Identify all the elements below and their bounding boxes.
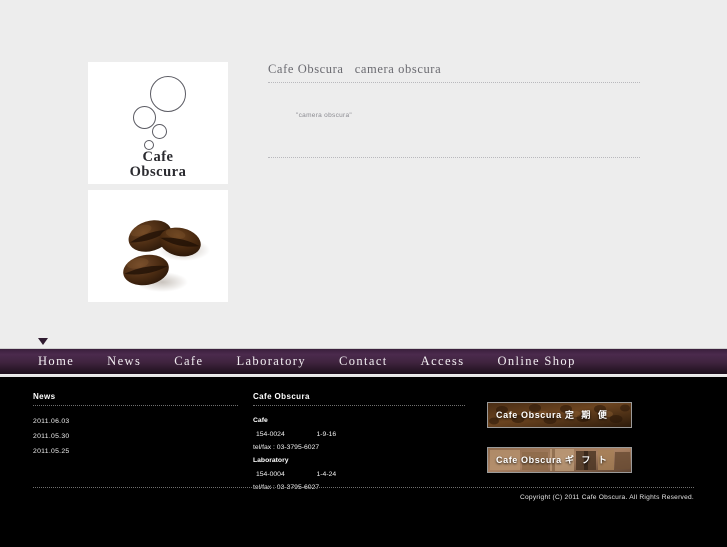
site-footer: News 2011.06.03 2011.05.30 2011.05.25 Ca… [0, 375, 727, 547]
banner-gift-label: Cafe Obscura ギ フ ト [496, 448, 609, 472]
logo-word-obscura: Obscura [129, 164, 187, 180]
nav-item-access[interactable]: Access [421, 354, 465, 369]
cafe-street-address: 1-9-16 [316, 431, 337, 438]
logo-panel: Cafe Obscura [88, 62, 228, 184]
logo-wordmark: Cafe Obscura [88, 150, 228, 180]
logo-word-cafe: Cafe [142, 149, 174, 165]
section-divider [268, 157, 640, 159]
copyright-text: Copyright (C) 2011 Cafe Obscura. All Rig… [519, 494, 694, 501]
footer-info-column: Cafe Obscura Cafe 154-0024 1-9-16 tel/fa… [253, 392, 465, 494]
page-title: Cafe Obscura camera obscura [268, 62, 442, 76]
footer-info-divider [253, 405, 465, 407]
nav-item-home[interactable]: Home [38, 354, 74, 369]
nav-item-online-shop[interactable]: Online Shop [497, 354, 575, 369]
cafe-address: 154-0024 1-9-16 [253, 428, 465, 441]
laboratory-label: Laboratory [253, 457, 289, 464]
laboratory-street-address: 1-4-24 [316, 471, 337, 478]
tagline-text: "camera obscura" [296, 112, 353, 119]
footer-news-divider [33, 405, 238, 407]
nav-item-cafe[interactable]: Cafe [174, 354, 203, 369]
left-column: Cafe Obscura [88, 62, 228, 302]
banner-gift-jp: ギ フ ト [564, 455, 610, 465]
laboratory-address: 154-0004 1-4-24 [253, 468, 465, 481]
logo-circle-large [150, 76, 186, 112]
nav-pointer-triangle-icon [38, 338, 48, 345]
laboratory-postal-code: 154-0004 [256, 471, 285, 478]
news-list-item[interactable]: 2011.06.03 [33, 414, 238, 429]
main-navigation: Home News Cafe Laboratory Contact Access… [0, 348, 727, 374]
cafe-label: Cafe [253, 417, 268, 424]
news-list-item[interactable]: 2011.05.30 [33, 429, 238, 444]
coffee-beans-panel [88, 190, 228, 302]
banner-subscription-brand: Cafe Obscura [496, 410, 562, 420]
banner-gift-brand: Cafe Obscura [496, 455, 562, 465]
news-list-item[interactable]: 2011.05.25 [33, 444, 238, 459]
right-column: Cafe Obscura camera obscura "camera obsc… [268, 62, 640, 159]
nav-item-contact[interactable]: Contact [339, 354, 388, 369]
banner-subscription[interactable]: Cafe Obscura 定 期 便 [487, 402, 632, 428]
page-content-area: Cafe Obscura Cafe Obscura camera obscura… [0, 0, 727, 340]
footer-news-column: News 2011.06.03 2011.05.30 2011.05.25 [33, 392, 238, 459]
title-divider [268, 82, 640, 84]
cafe-telfax: tel/fax : 03-3795-6027 [253, 444, 320, 451]
logo-circle-medium [133, 106, 156, 129]
banner-subscription-jp: 定 期 便 [564, 410, 610, 420]
footer-bottom-divider [33, 487, 694, 489]
coffee-beans-image [88, 190, 228, 302]
banner-gift[interactable]: Cafe Obscura ギ フ ト [487, 447, 632, 473]
footer-news-heading: News [33, 392, 56, 401]
footer-info-heading: Cafe Obscura [253, 392, 310, 401]
banner-subscription-label: Cafe Obscura 定 期 便 [496, 403, 609, 427]
nav-item-news[interactable]: News [107, 354, 141, 369]
nav-item-laboratory[interactable]: Laboratory [236, 354, 306, 369]
cafe-postal-code: 154-0024 [256, 431, 285, 438]
logo-circle-small [152, 124, 167, 139]
